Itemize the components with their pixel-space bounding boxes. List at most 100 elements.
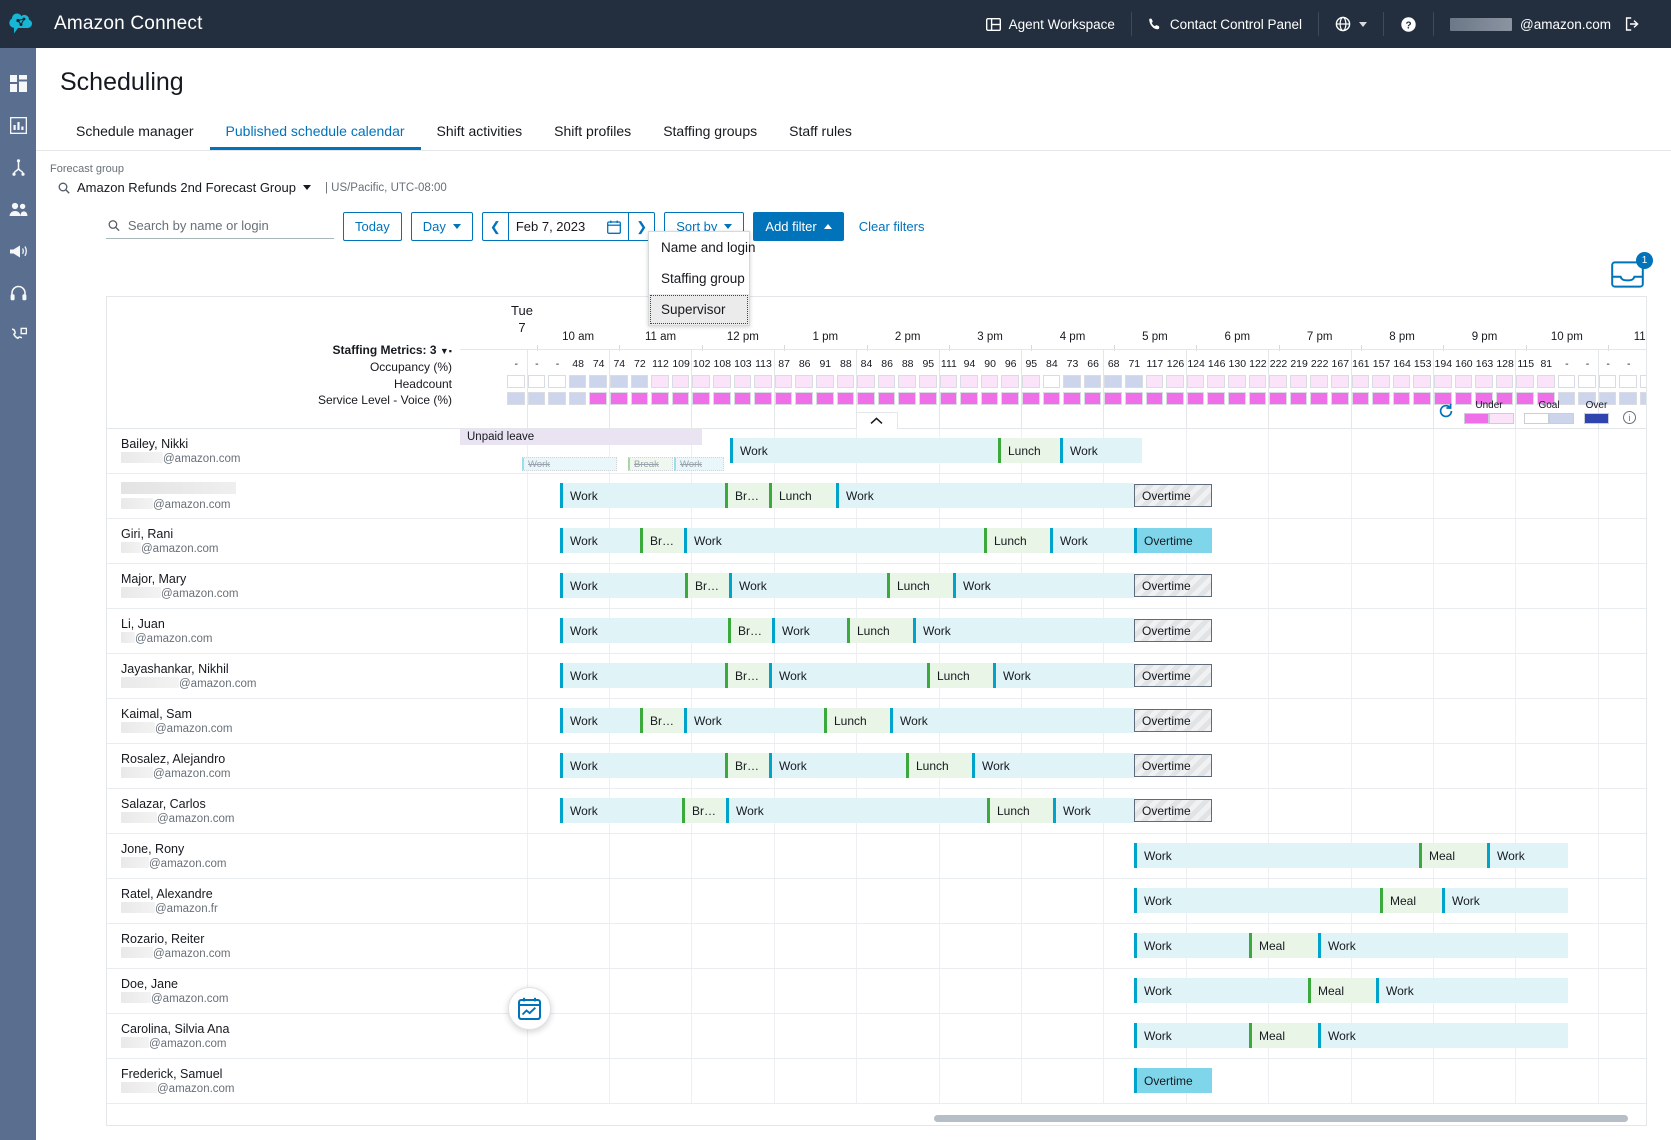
headcount-cell[interactable] — [1434, 375, 1452, 388]
agent-cell[interactable]: Rosalez, Alejandro@amazon.com — [107, 744, 460, 788]
schedule-segment-overtime-hatch[interactable]: Overtime — [1134, 799, 1212, 822]
agent-timeline-track[interactable]: WorkBr…WorkLunchWorkOvertime — [460, 654, 1646, 698]
headcount-cell[interactable] — [734, 375, 752, 388]
service-level-cell[interactable] — [734, 392, 752, 405]
headcount-cell[interactable] — [1063, 375, 1081, 388]
schedule-segment-work[interactable]: Work — [1134, 888, 1380, 913]
agent-timeline-track[interactable]: WorkBr…WorkLunchWorkOvertime — [460, 744, 1646, 788]
metric-label-staffing-metrics[interactable]: Staffing Metrics: 3 ▼▪ — [140, 343, 460, 357]
schedule-segment-lunch[interactable]: Lunch — [927, 663, 993, 688]
schedule-segment-lunch[interactable]: Lunch — [906, 753, 972, 778]
agent-schedule-row[interactable]: Carolina, Silvia Ana@amazon.comWorkMealW… — [107, 1014, 1646, 1059]
headcount-cell[interactable] — [754, 375, 772, 388]
service-level-cell[interactable] — [1166, 392, 1184, 405]
agent-schedule-row[interactable]: Rozario, Reiter@amazon.comWorkMealWork — [107, 924, 1646, 969]
schedule-segment-work[interactable]: Work — [972, 753, 1134, 778]
agent-schedule-row[interactable]: Rosalez, Alejandro@amazon.comWorkBr…Work… — [107, 744, 1646, 789]
schedule-segment-work[interactable]: Work — [560, 708, 640, 733]
schedule-segment-lunch[interactable]: Lunch — [824, 708, 890, 733]
schedule-segment-work[interactable]: Work — [836, 483, 1134, 508]
service-level-cell[interactable] — [1043, 392, 1061, 405]
service-level-cell[interactable] — [816, 392, 834, 405]
service-level-cell[interactable] — [610, 392, 628, 405]
headcount-cell[interactable] — [816, 375, 834, 388]
agent-cell[interactable]: Jayashankar, Nikhil@amazon.com — [107, 654, 460, 698]
schedule-segment-work[interactable]: Work — [1318, 933, 1568, 958]
headcount-cell[interactable] — [692, 375, 710, 388]
headcount-cell[interactable] — [1619, 375, 1637, 388]
headcount-cell[interactable] — [1249, 375, 1267, 388]
service-level-cell[interactable] — [672, 392, 690, 405]
agent-cell[interactable]: Giri, Rani@amazon.com — [107, 519, 460, 563]
schedule-segment-meal[interactable]: Meal — [1419, 843, 1487, 868]
headcount-cell[interactable] — [548, 375, 566, 388]
notifications-button[interactable]: 1 — [1611, 260, 1647, 292]
schedule-segment-break[interactable]: Br… — [725, 663, 769, 688]
schedule-segment-overtime-hatch[interactable]: Overtime — [1134, 619, 1212, 642]
schedule-segment-work[interactable]: Work — [953, 573, 1134, 598]
service-level-cell[interactable] — [1372, 392, 1390, 405]
today-button[interactable]: Today — [343, 212, 402, 241]
agent-timeline-track[interactable]: WorkBr…WorkLunchWorkOvertime — [460, 564, 1646, 608]
agent-cell[interactable]: Ratel, Alexandre@amazon.fr — [107, 879, 460, 923]
headcount-cell[interactable] — [1516, 375, 1534, 388]
agent-timeline-track[interactable]: WorkBr…WorkLunchWorkOvertime — [460, 519, 1646, 563]
calendar-insights-fab[interactable] — [508, 987, 551, 1030]
schedule-segment-work[interactable]: Work — [560, 483, 725, 508]
service-level-cell[interactable] — [857, 392, 875, 405]
schedule-segment-break[interactable]: Br… — [725, 483, 769, 508]
agent-timeline-track[interactable]: Unpaid leaveWorkLunchWorkWorkBreakWork — [460, 429, 1646, 473]
agent-cell[interactable]: Kaimal, Sam@amazon.com — [107, 699, 460, 743]
schedule-segment-work[interactable]: Work — [890, 708, 1134, 733]
schedule-segment-break[interactable]: Br… — [685, 573, 729, 598]
headcount-cell[interactable] — [651, 375, 669, 388]
collapse-metrics-button[interactable] — [856, 412, 898, 429]
schedule-segment-work[interactable]: Work — [560, 798, 682, 823]
service-level-cell[interactable] — [775, 392, 793, 405]
schedule-segment-overtime-solid[interactable]: Overtime — [1134, 528, 1212, 553]
headcount-cell[interactable] — [1269, 375, 1287, 388]
schedule-segment-break[interactable]: Br… — [640, 708, 684, 733]
agent-schedule-row[interactable]: Kaimal, Sam@amazon.comWorkBr…WorkLunchWo… — [107, 699, 1646, 744]
schedule-segment-work[interactable]: Work — [1442, 888, 1568, 913]
headcount-cell[interactable] — [981, 375, 999, 388]
schedule-segment-meal[interactable]: Meal — [1380, 888, 1442, 913]
service-level-cell[interactable] — [981, 392, 999, 405]
schedule-segment-lunch[interactable]: Lunch — [987, 798, 1053, 823]
headcount-cell[interactable] — [713, 375, 731, 388]
service-level-cell[interactable] — [1187, 392, 1205, 405]
schedule-segment-work[interactable]: Work — [769, 663, 927, 688]
schedule-segment-work[interactable]: Work — [560, 753, 725, 778]
tab-shift-profiles[interactable]: Shift profiles — [538, 115, 647, 150]
headcount-cell[interactable] — [1228, 375, 1246, 388]
agent-cell[interactable]: Frederick, Samuel@amazon.com — [107, 1059, 460, 1103]
schedule-segment-work[interactable]: Work — [684, 528, 984, 553]
schedule-segment-overtime-hatch[interactable]: Overtime — [1134, 574, 1212, 597]
schedule-segment-break[interactable]: Br… — [728, 618, 772, 643]
headcount-cell[interactable] — [878, 375, 896, 388]
date-field[interactable]: Feb 7, 2023 — [508, 212, 629, 241]
service-level-cell[interactable] — [1146, 392, 1164, 405]
schedule-segment-work[interactable]: Work — [560, 663, 725, 688]
service-level-cell[interactable] — [1413, 392, 1431, 405]
horizontal-scrollbar[interactable] — [934, 1115, 1628, 1122]
sidebar-item-users[interactable] — [0, 196, 36, 222]
schedule-segment-work[interactable]: Work — [769, 753, 906, 778]
headcount-cell[interactable] — [775, 375, 793, 388]
schedule-segment-overtime-hatch[interactable]: Overtime — [1134, 709, 1212, 732]
headcount-cell[interactable] — [857, 375, 875, 388]
service-level-cell[interactable] — [528, 392, 546, 405]
headcount-cell[interactable] — [610, 375, 628, 388]
agent-schedule-row[interactable]: Jayashankar, Nikhil@amazon.comWorkBr…Wor… — [107, 654, 1646, 699]
schedule-segment-break[interactable]: Br… — [725, 753, 769, 778]
filter-menu-item-supervisor[interactable]: Supervisor — [649, 294, 749, 325]
headcount-cell[interactable] — [1413, 375, 1431, 388]
service-level-cell[interactable] — [569, 392, 587, 405]
agent-timeline-track[interactable]: WorkBr…WorkLunchWorkOvertime — [460, 699, 1646, 743]
headcount-cell[interactable] — [1393, 375, 1411, 388]
headcount-cell[interactable] — [837, 375, 855, 388]
service-level-cell[interactable] — [1310, 392, 1328, 405]
service-level-cell[interactable] — [631, 392, 649, 405]
headcount-cell[interactable] — [1640, 375, 1647, 388]
schedule-segment-work[interactable]: Work — [726, 798, 987, 823]
